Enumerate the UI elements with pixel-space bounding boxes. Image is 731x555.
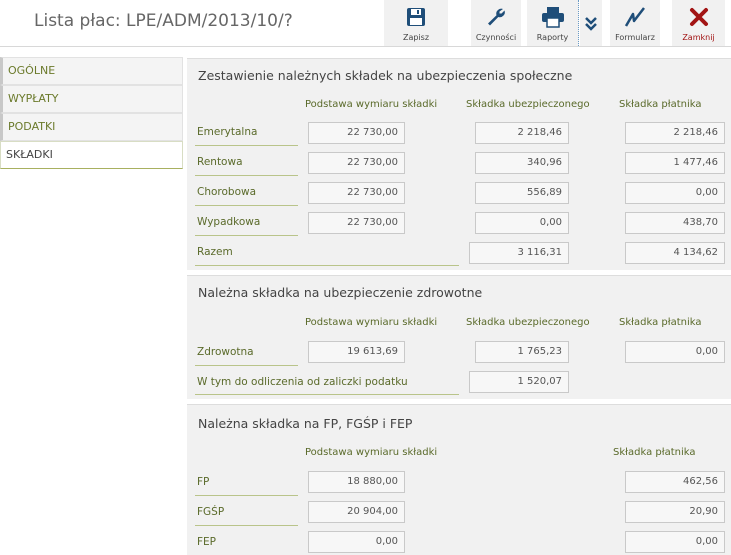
row-label-disability: Rentowa	[197, 156, 243, 168]
column-header-payer: Składka płatnika	[613, 447, 696, 458]
row-divider	[195, 175, 298, 176]
page-title: Lista płac: LPE/ADM/2013/10/?	[34, 11, 293, 31]
fp-base-field[interactable]: 18 880,00	[308, 471, 405, 493]
sickness-insured-field[interactable]: 556,89	[475, 182, 569, 204]
total-insured-field[interactable]: 3 116,31	[469, 242, 569, 264]
form-button-label: Formularz	[615, 33, 655, 42]
column-header-payer: Składka płatnika	[619, 317, 702, 328]
row-divider	[195, 525, 298, 526]
fep-base-field[interactable]: 0,00	[308, 531, 405, 553]
window-header: Lista płac: LPE/ADM/2013/10/? Zapisz Czy…	[0, 0, 731, 47]
column-header-base: Podstawa wymiaru składki	[305, 99, 438, 110]
column-header-insured: Składka ubezpieczonego	[466, 99, 590, 110]
floppy-disk-icon	[403, 5, 429, 29]
sidebar-item-general[interactable]: OGÓLNE	[0, 57, 183, 85]
actions-button-label: Czynności	[475, 33, 517, 42]
row-label-tax-deduction: W tym do odliczenia od zaliczki podatku	[197, 376, 408, 388]
double-chevron-down-icon	[578, 12, 604, 36]
sidebar-item-payments[interactable]: WYPŁATY	[0, 85, 183, 113]
row-divider	[195, 145, 298, 146]
wrench-icon	[483, 5, 509, 29]
sidebar: OGÓLNE WYPŁATY PODATKI SKŁADKI	[0, 57, 183, 169]
close-button[interactable]: Zamknij	[672, 0, 725, 46]
row-divider	[195, 235, 298, 236]
health-section-title: Należna składka na ubezpieczenie zdrowot…	[198, 285, 483, 300]
pension-insured-field[interactable]: 2 218,46	[475, 122, 569, 144]
column-header-base: Podstawa wymiaru składki	[305, 447, 438, 458]
signature-icon	[622, 5, 648, 29]
row-label-fp: FP	[197, 476, 210, 488]
row-divider	[195, 495, 298, 496]
row-label-fep: FEP	[197, 536, 217, 548]
row-label-accident: Wypadkowa	[197, 216, 261, 228]
row-label-health: Zdrowotna	[197, 346, 254, 358]
column-header-payer: Składka płatnika	[619, 99, 702, 110]
accident-payer-field[interactable]: 438,70	[625, 212, 725, 234]
funds-section-title: Należna składka na FP, FGŚP i FEP	[198, 416, 413, 431]
actions-button[interactable]: Czynności	[471, 0, 521, 46]
fp-payer-field[interactable]: 462,56	[625, 471, 725, 493]
reports-button-label: Raporty	[536, 33, 569, 42]
row-divider	[195, 205, 298, 206]
accident-insured-field[interactable]: 0,00	[475, 212, 569, 234]
printer-icon	[540, 5, 566, 29]
save-button[interactable]: Zapisz	[384, 0, 448, 46]
health-insured-field[interactable]: 1 765,23	[475, 341, 569, 363]
social-section-title: Zestawienie należnych składek na ubezpie…	[198, 68, 573, 83]
social-insurance-section: Zestawienie należnych składek na ubezpie…	[187, 58, 731, 270]
row-divider	[195, 394, 459, 395]
row-label-pension: Emerytalna	[197, 126, 258, 138]
sickness-base-field[interactable]: 22 730,00	[308, 182, 405, 204]
row-label-fgsp: FGŚP	[197, 506, 225, 518]
pension-payer-field[interactable]: 2 218,46	[625, 122, 725, 144]
column-header-insured: Składka ubezpieczonego	[466, 317, 590, 328]
tax-deduction-field[interactable]: 1 520,07	[469, 371, 569, 393]
column-header-base: Podstawa wymiaru składki	[305, 317, 438, 328]
disability-payer-field[interactable]: 1 477,46	[625, 152, 725, 174]
fep-payer-field[interactable]: 0,00	[625, 531, 725, 553]
fgsp-base-field[interactable]: 20 904,00	[308, 501, 405, 523]
row-divider	[195, 365, 298, 366]
reports-button[interactable]: Raporty	[527, 0, 579, 46]
health-insurance-section: Należna składka na ubezpieczenie zdrowot…	[187, 275, 731, 399]
health-base-field[interactable]: 19 613,69	[308, 341, 405, 363]
pension-base-field[interactable]: 22 730,00	[308, 122, 405, 144]
funds-section: Należna składka na FP, FGŚP i FEP Podsta…	[187, 404, 731, 555]
sidebar-item-taxes[interactable]: PODATKI	[0, 113, 183, 141]
row-divider	[195, 265, 459, 266]
sidebar-item-contributions[interactable]: SKŁADKI	[0, 141, 183, 169]
row-label-sickness: Chorobowa	[197, 186, 257, 198]
close-icon	[686, 5, 712, 29]
close-button-label: Zamknij	[682, 33, 715, 42]
row-label-total: Razem	[197, 246, 233, 258]
fgsp-payer-field[interactable]: 20,90	[625, 501, 725, 523]
disability-base-field[interactable]: 22 730,00	[308, 152, 405, 174]
disability-insured-field[interactable]: 340,96	[475, 152, 569, 174]
form-button[interactable]: Formularz	[610, 0, 660, 46]
sickness-payer-field[interactable]: 0,00	[625, 182, 725, 204]
total-payer-field[interactable]: 4 134,62	[625, 242, 725, 264]
health-payer-field[interactable]: 0,00	[625, 341, 725, 363]
more-menu-button[interactable]	[580, 0, 602, 46]
save-button-label: Zapisz	[402, 33, 430, 42]
accident-base-field[interactable]: 22 730,00	[308, 212, 405, 234]
